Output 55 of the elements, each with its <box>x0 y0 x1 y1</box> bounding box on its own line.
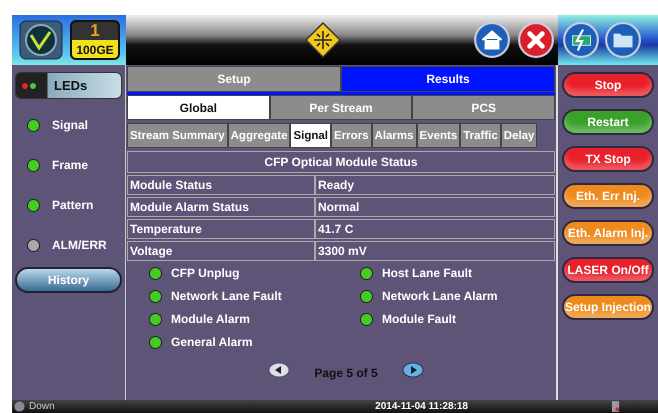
sub-tab[interactable]: PCS <box>412 95 556 120</box>
port-badge[interactable]: 1 100GE <box>70 20 120 60</box>
table-cell: 41.7 C <box>315 219 555 239</box>
result-tab[interactable]: Events <box>416 123 460 148</box>
link-status: Down <box>29 401 55 412</box>
action-button[interactable]: LASER On/Off <box>562 257 654 283</box>
sub-tab[interactable]: Global <box>127 95 270 120</box>
action-button[interactable]: Restart <box>562 109 654 135</box>
led-label: ALM/ERR <box>52 238 107 252</box>
main-tab[interactable]: Results <box>341 66 555 92</box>
led-label: Pattern <box>52 198 94 212</box>
alarm-label: CFP Unplug <box>171 266 240 280</box>
result-tab[interactable]: Signal <box>290 123 331 148</box>
result-tab[interactable]: Delay <box>500 123 538 148</box>
result-tab[interactable]: Stream Summary <box>127 123 228 148</box>
alarm-label: Network Lane Alarm <box>382 289 498 303</box>
leds-button[interactable]: LEDs <box>15 72 122 99</box>
result-tab[interactable]: Alarms <box>372 123 417 148</box>
result-tab[interactable]: Traffic <box>460 123 501 148</box>
next-page-icon[interactable] <box>402 362 424 378</box>
previous-page-icon[interactable] <box>268 362 290 378</box>
alarm-label: Host Lane Fault <box>382 266 472 280</box>
page-indicator: Page 5 of 5 <box>314 366 378 380</box>
close-icon[interactable] <box>517 21 555 59</box>
alarm-label: Module Fault <box>382 312 456 326</box>
action-button[interactable]: Eth. Err Inj. <box>562 183 654 209</box>
sub-tab[interactable]: Per Stream <box>270 95 412 120</box>
laser-warning-icon[interactable] <box>305 22 341 58</box>
battery-power-icon[interactable] <box>562 21 600 59</box>
table-cell: Voltage <box>127 241 315 261</box>
led-label: Frame <box>52 158 88 172</box>
table-cell: Temperature <box>127 219 315 239</box>
led-label: Signal <box>52 118 88 132</box>
date-time: 2014-11-04 11:28:18 <box>375 401 468 412</box>
table-cell: Ready <box>315 175 555 195</box>
alarm-label: General Alarm <box>171 335 253 349</box>
device-icon <box>611 401 620 412</box>
action-button[interactable]: Setup Injection <box>562 294 654 320</box>
alarm-label: Network Lane Fault <box>171 289 282 303</box>
result-tab[interactable]: Errors <box>331 123 372 148</box>
action-button[interactable]: Eth. Alarm Inj. <box>562 220 654 246</box>
logo-icon[interactable] <box>18 20 64 60</box>
history-button[interactable]: History <box>15 267 122 293</box>
table-cell: 3300 mV <box>315 241 555 261</box>
folder-icon[interactable] <box>604 21 642 59</box>
action-button[interactable]: TX Stop <box>562 146 654 172</box>
table-title: CFP Optical Module Status <box>127 151 555 173</box>
table-cell: Normal <box>315 197 555 217</box>
result-tab[interactable]: Aggregate <box>228 123 290 148</box>
home-icon[interactable] <box>473 21 511 59</box>
main-tab[interactable]: Setup <box>127 66 341 92</box>
table-cell: Module Alarm Status <box>127 197 315 217</box>
table-cell: Module Status <box>127 175 315 195</box>
alarm-label: Module Alarm <box>171 312 250 326</box>
action-button[interactable]: Stop <box>562 72 654 98</box>
